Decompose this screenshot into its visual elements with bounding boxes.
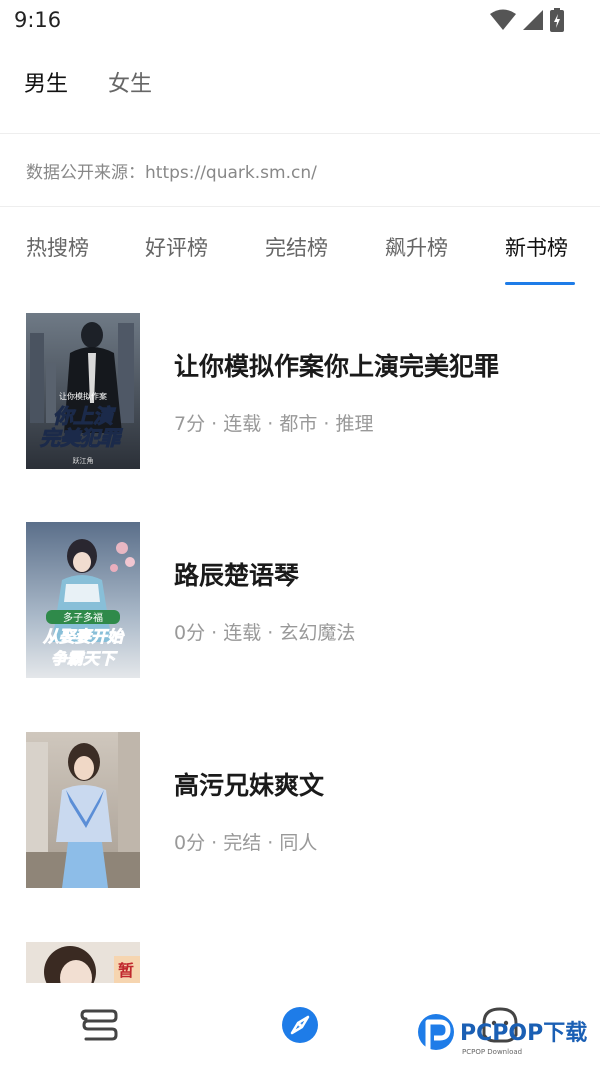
- wifi-icon: [490, 9, 516, 30]
- book-title: 路辰楚语琴: [174, 561, 300, 590]
- nav-bookshelf[interactable]: [78, 1003, 122, 1047]
- gender-tabs: 男生 女生: [24, 66, 152, 98]
- tab-completed[interactable]: 完结榜: [265, 232, 328, 262]
- watermark: PCPOP下载 PCPOP Download: [416, 1010, 600, 1060]
- book-cover: 让你模拟作案 你上演 完美犯罪 跃江角: [26, 313, 140, 469]
- divider: [0, 133, 600, 134]
- svg-text:多子多福: 多子多福: [63, 611, 103, 624]
- tab-male[interactable]: 男生: [24, 66, 68, 98]
- bookshelf-icon: [80, 1009, 118, 1041]
- status-time: 9:16: [14, 8, 62, 32]
- divider: [0, 206, 600, 207]
- signal-icon: [523, 10, 543, 30]
- tab-new-books[interactable]: 新书榜: [505, 232, 568, 262]
- svg-text:你上演: 你上演: [53, 404, 116, 428]
- svg-text:从娶妻开始: 从娶妻开始: [43, 627, 125, 646]
- status-icons: [490, 8, 564, 32]
- nav-discover[interactable]: [278, 1003, 322, 1047]
- book-cover: [26, 732, 140, 888]
- svg-text:完美犯罪: 完美犯罪: [40, 426, 123, 450]
- book-title: 让你模拟作案你上演完美犯罪: [174, 352, 500, 381]
- svg-text:跃江角: 跃江角: [73, 456, 94, 465]
- tab-rising[interactable]: 飙升榜: [385, 232, 448, 262]
- active-tab-indicator: [505, 282, 575, 285]
- book-meta: 0分 · 完结 · 同人: [174, 832, 318, 854]
- book-meta: 0分 · 连载 · 玄幻魔法: [174, 622, 356, 644]
- tab-top-rated[interactable]: 好评榜: [145, 232, 208, 262]
- book-cover: 多子多福 从娶妻开始 争霸天下: [26, 522, 140, 678]
- list-item[interactable]: 暂: [0, 942, 600, 983]
- battery-icon: [550, 8, 564, 32]
- data-source-text: 数据公开来源：https://quark.sm.cn/: [26, 163, 317, 183]
- watermark-sub: PCPOP Download: [462, 1048, 522, 1056]
- svg-text:争霸天下: 争霸天下: [51, 649, 118, 668]
- list-item[interactable]: 让你模拟作案 你上演 完美犯罪 跃江角 让你模拟作案你上演完美犯罪 7分 · 连…: [0, 313, 600, 493]
- list-item[interactable]: 高污兄妹爽文 0分 · 完结 · 同人: [0, 732, 600, 912]
- book-title: 高污兄妹爽文: [174, 771, 325, 800]
- svg-text:让你模拟作案: 让你模拟作案: [59, 391, 107, 401]
- status-bar: 9:16: [0, 0, 600, 42]
- compass-icon: [282, 1007, 318, 1043]
- tab-hot-search[interactable]: 热搜榜: [26, 232, 89, 262]
- svg-text:暂: 暂: [118, 961, 134, 980]
- watermark-brand: PCPOP下载: [460, 1020, 587, 1046]
- book-meta: 7分 · 连载 · 都市 · 推理: [174, 413, 374, 435]
- ranking-tabs: 热搜榜 好评榜 完结榜 飙升榜 新书榜: [26, 226, 586, 290]
- list-item[interactable]: 多子多福 从娶妻开始 争霸天下 路辰楚语琴 0分 · 连载 · 玄幻魔法: [0, 522, 600, 702]
- book-cover: 暂: [26, 942, 140, 983]
- tab-female[interactable]: 女生: [108, 66, 152, 98]
